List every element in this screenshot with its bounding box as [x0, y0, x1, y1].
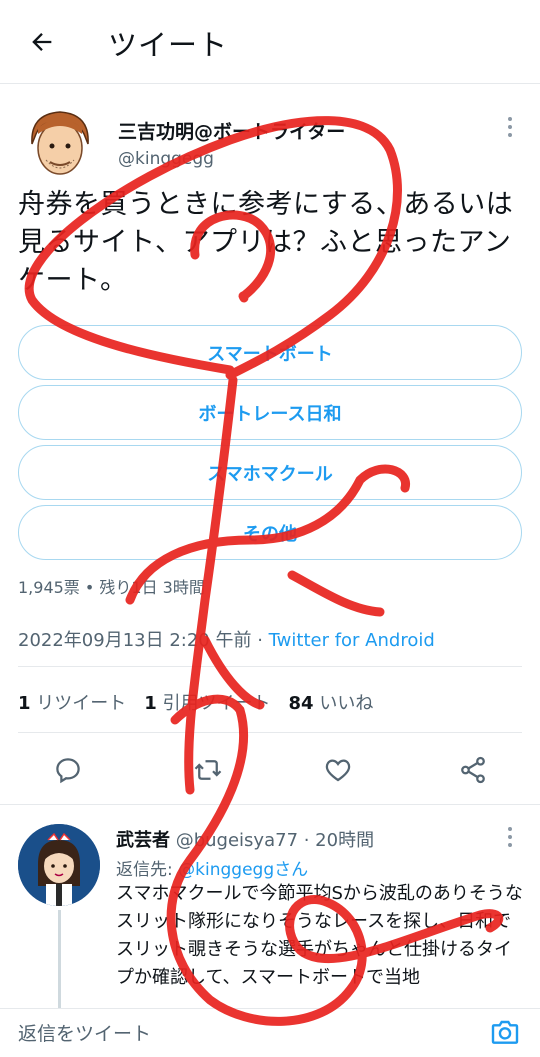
divider — [18, 732, 522, 733]
poll-option-1[interactable]: スマートボート — [18, 325, 522, 380]
page-title: ツイート — [108, 28, 229, 62]
more-vertical-icon — [508, 827, 512, 847]
heart-icon — [325, 759, 351, 782]
author-handle[interactable]: @kinggegg — [118, 149, 214, 169]
tweet-actions — [0, 752, 540, 792]
thread-line — [58, 910, 61, 1008]
reply-text: スマホマクールで今節平均Sから波乱のありそうなスリット隊形になりそうなレースを探… — [116, 883, 523, 988]
poll-option-4[interactable]: その他 — [18, 505, 522, 560]
tweet-timestamp: 2022年09月13日 2:20 午前 · Twitter for Androi… — [18, 626, 435, 652]
author-avatar[interactable] — [22, 104, 98, 180]
quotes-label: 引用ツイート — [162, 693, 271, 714]
back-button[interactable] — [24, 24, 60, 60]
retweets-count: 1 — [18, 693, 31, 714]
retweet-button[interactable] — [190, 752, 226, 788]
section-divider — [0, 804, 540, 805]
more-vertical-icon — [508, 117, 512, 137]
retweet-icon — [194, 760, 222, 780]
author-name[interactable]: 三吉功明@ボートライター — [118, 117, 345, 144]
poll-meta: 1,945票 • 残り1日 3時間 — [18, 578, 205, 597]
reply-icon — [56, 758, 80, 784]
reply-to-label: 返信先: — [116, 860, 179, 880]
retweets-stat[interactable]: 1 リツイート — [18, 693, 126, 714]
top-bar: ツイート — [0, 0, 540, 84]
reply-to-line: 返信先: @kinggeggさん — [116, 855, 308, 880]
reply-input-placeholder[interactable]: 返信をツイート — [18, 1019, 151, 1046]
share-button[interactable] — [455, 752, 491, 788]
reply-author-avatar[interactable] — [18, 824, 100, 906]
poll-option-2[interactable]: ボートレース日和 — [18, 385, 522, 440]
tweet-text: 舟券を買うときに参考にする、あるいは見るサイト、アプリは？ふと思ったアンケート。 — [18, 189, 514, 296]
reply-more-options-button[interactable] — [500, 824, 520, 850]
divider — [18, 666, 522, 667]
camera-button[interactable] — [488, 1015, 522, 1049]
reply-author-name[interactable]: 武芸者 — [116, 830, 170, 851]
tweet-stats: 1 リツイート 1 引用ツイート 84 いいね — [18, 689, 373, 715]
quotes-count: 1 — [144, 693, 157, 714]
likes-stat[interactable]: 84 いいね — [289, 693, 374, 714]
timestamp-text: 2022年09月13日 2:20 午前 · — [18, 630, 269, 651]
like-button[interactable] — [320, 752, 356, 788]
arrow-left-icon — [32, 33, 52, 51]
more-options-button[interactable] — [500, 114, 520, 140]
camera-icon — [491, 1020, 519, 1044]
poll-option-3[interactable]: スマホマクール — [18, 445, 522, 500]
reply-author-handle[interactable]: @bugeisya77 · 20時間 — [170, 830, 374, 851]
reply-to-mention[interactable]: @kinggeggさん — [178, 860, 308, 880]
quotes-stat[interactable]: 1 引用ツイート — [144, 693, 270, 714]
likes-label: いいね — [319, 693, 374, 714]
share-icon — [461, 756, 485, 784]
retweets-label: リツイート — [36, 693, 127, 714]
reply-button[interactable] — [50, 752, 86, 788]
source-link[interactable]: Twitter for Android — [269, 630, 435, 651]
likes-count: 84 — [288, 693, 314, 714]
reply-composer[interactable]: 返信をツイート — [0, 1008, 540, 1057]
reply-author-line: 武芸者 @bugeisya77 · 20時間 — [116, 826, 374, 852]
